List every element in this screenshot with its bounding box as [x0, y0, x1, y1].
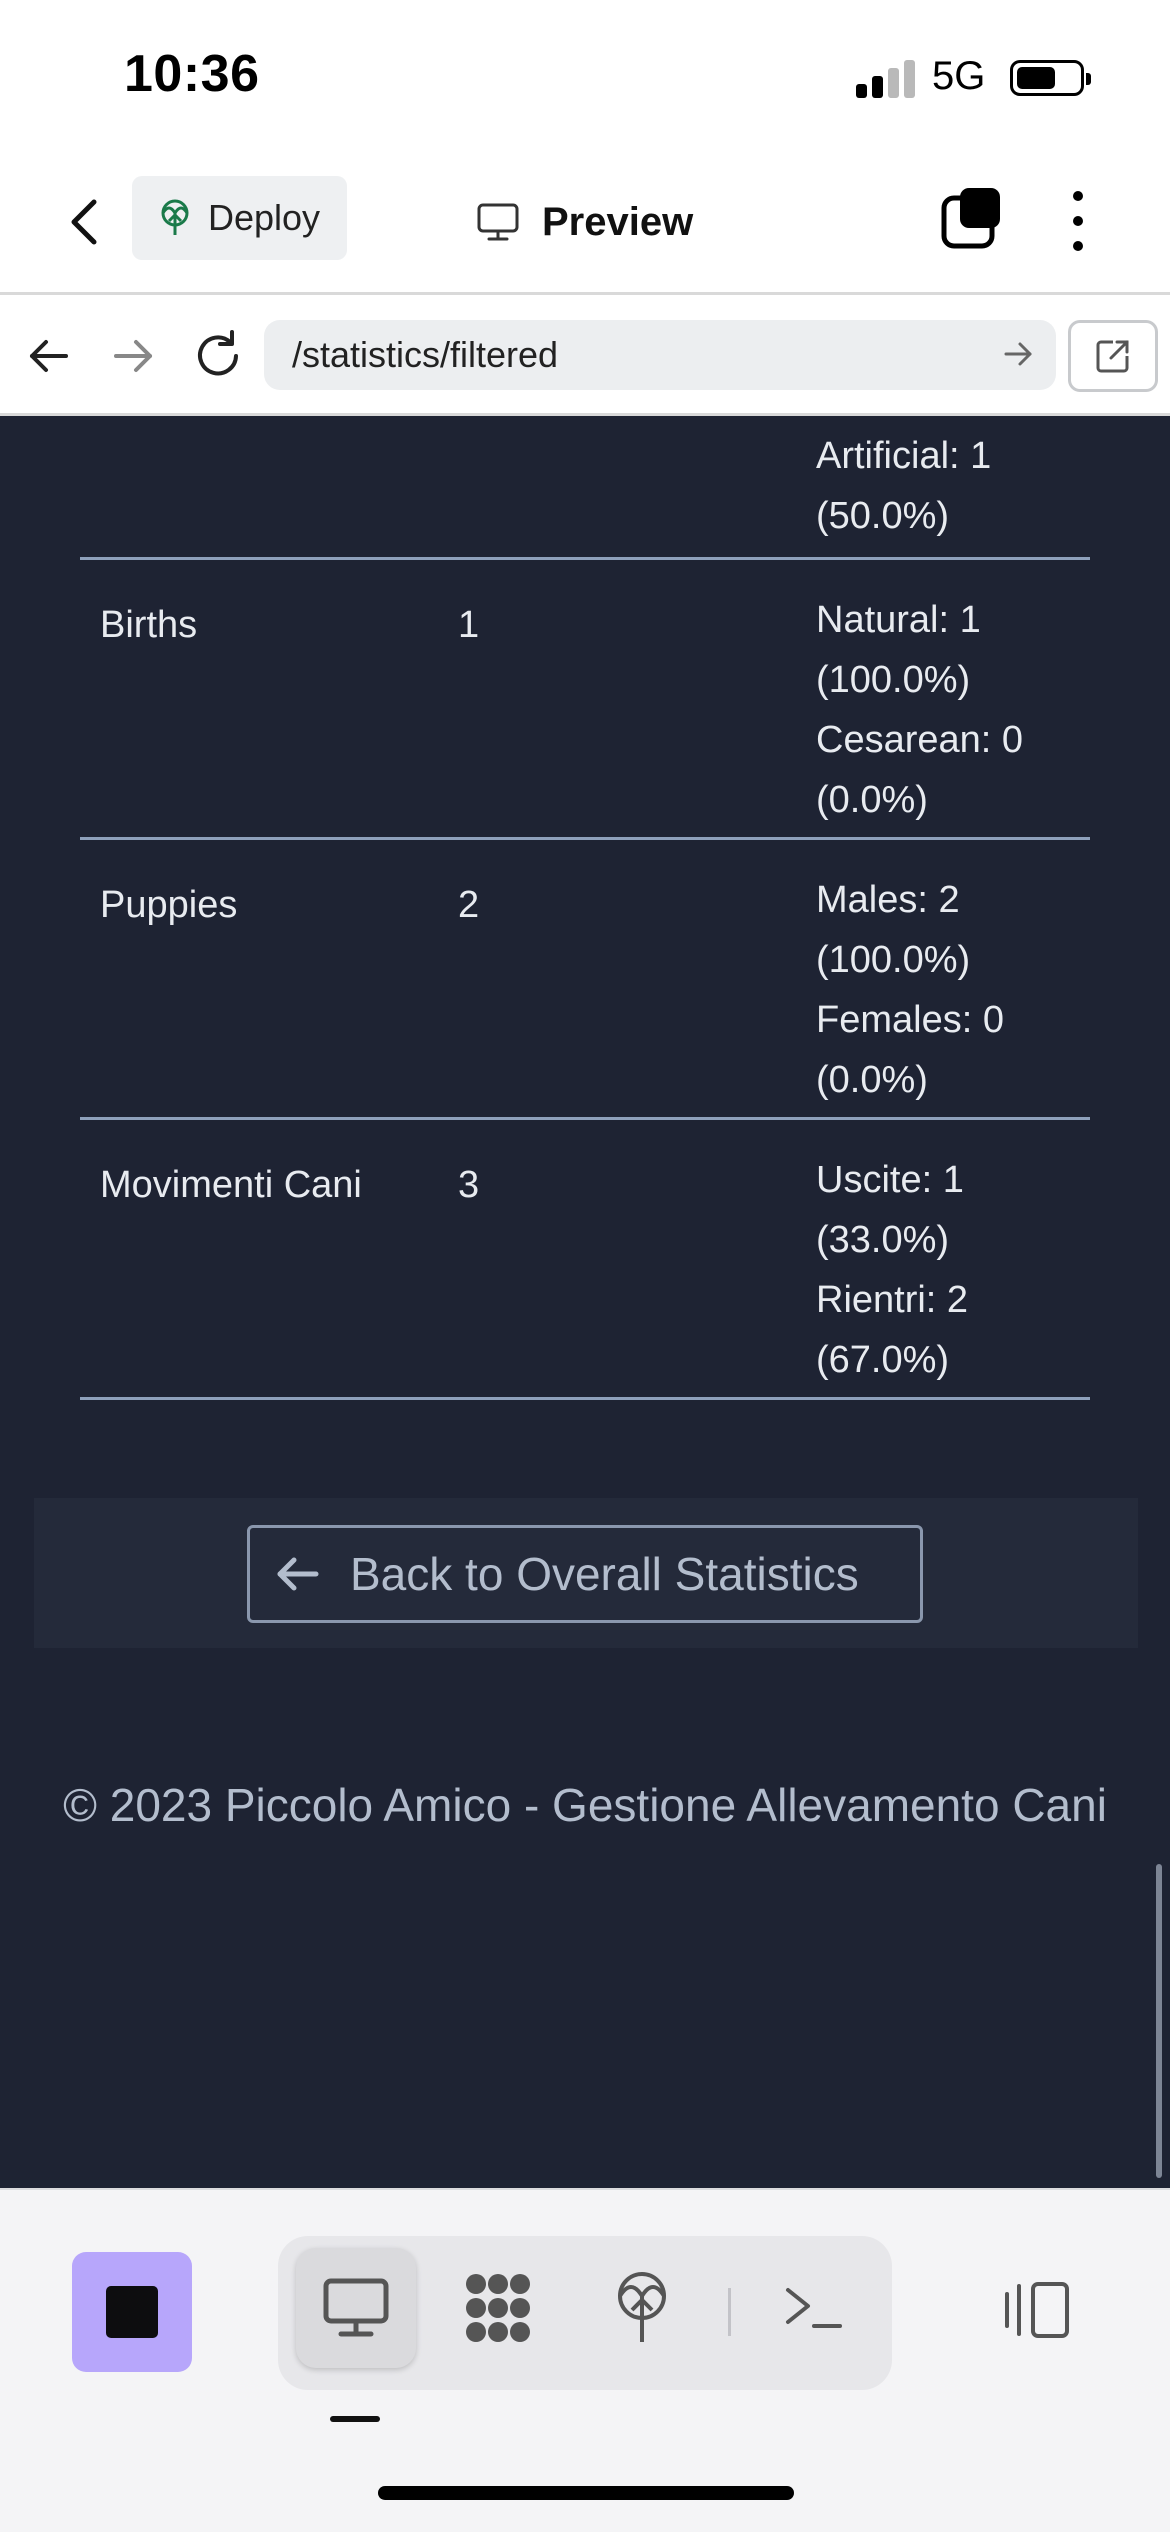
page-content: Artificial: 1 (50.0%) Births 1 Natural: …	[0, 416, 1170, 2188]
home-indicator[interactable]	[378, 2486, 794, 2500]
deploy-icon	[161, 199, 189, 235]
detail-line: (0.0%)	[816, 1059, 928, 1101]
nav-back-button[interactable]	[22, 328, 78, 384]
app-header: Deploy Preview	[0, 150, 1170, 295]
network-label: 5G	[932, 54, 986, 98]
table-row: Artificial: 1 (50.0%)	[80, 416, 1090, 560]
row-details: Natural: 1 (100.0%) Cesarean: 0 (0.0%)	[816, 590, 1023, 830]
toolbar-divider	[728, 2288, 731, 2336]
arrow-right-icon	[114, 340, 152, 372]
status-bar: 10:36 5G	[0, 0, 1170, 150]
row-count: 2	[458, 884, 480, 926]
row-count: 1	[458, 604, 480, 646]
terminal-icon	[786, 2288, 842, 2328]
back-link-section: Back to Overall Statistics	[34, 1498, 1138, 1648]
battery-icon	[1010, 60, 1091, 96]
detail-line: Males: 2	[816, 879, 960, 921]
deploy-button[interactable]: Deploy	[132, 176, 347, 260]
detail-line: Artificial: 1	[816, 435, 992, 477]
blocks-icon	[466, 2274, 530, 2342]
open-external-button[interactable]	[1068, 320, 1158, 392]
detail-line: (33.0%)	[816, 1219, 950, 1261]
row-details: Artificial: 1 (50.0%)	[816, 426, 991, 546]
arrow-left-icon	[277, 1557, 319, 1591]
footer-copyright: © 2023 Piccolo Amico - Gestione Allevame…	[63, 1779, 1107, 1831]
back-button[interactable]	[60, 192, 110, 252]
detail-line: (50.0%)	[816, 495, 950, 537]
stop-icon	[106, 2286, 158, 2338]
detail-line: Natural: 1	[816, 599, 981, 641]
more-menu-icon[interactable]	[1058, 186, 1098, 256]
detail-line: Rientri: 2	[816, 1279, 969, 1321]
detail-line: (100.0%)	[816, 659, 971, 701]
signal-icon	[856, 58, 916, 98]
tool-group	[278, 2236, 892, 2390]
active-tool-indicator	[330, 2416, 380, 2422]
tabs-icon[interactable]	[940, 186, 1004, 250]
deploy-tool-button[interactable]	[582, 2248, 702, 2368]
monitor-icon	[323, 2278, 389, 2337]
deploy-label: Deploy	[208, 197, 321, 238]
reload-button[interactable]	[188, 326, 248, 386]
table-row: Movimenti Cani 3 Uscite: 1 (33.0%) Rient…	[80, 1120, 1090, 1400]
url-bar: /statistics/filtered	[0, 298, 1170, 416]
status-time: 10:36	[124, 45, 260, 103]
shell-tool-button[interactable]	[754, 2248, 874, 2368]
detail-line: Uscite: 1	[816, 1159, 964, 1201]
row-details: Uscite: 1 (33.0%) Rientri: 2 (67.0%)	[816, 1150, 968, 1390]
reload-icon	[198, 330, 238, 376]
row-label: Movimenti Cani	[100, 1164, 362, 1206]
table-row: Births 1 Natural: 1 (100.0%) Cesarean: 0…	[80, 560, 1090, 840]
workspace-tool-button[interactable]	[438, 2248, 558, 2368]
detail-line: (67.0%)	[816, 1339, 950, 1381]
row-details: Males: 2 (100.0%) Females: 0 (0.0%)	[816, 870, 1004, 1110]
row-label: Births	[100, 604, 198, 646]
preview-title[interactable]: Preview	[476, 190, 693, 254]
url-field[interactable]: /statistics/filtered	[264, 320, 1056, 390]
detail-line: Females: 0	[816, 999, 1004, 1041]
preview-label: Preview	[542, 199, 694, 244]
row-count: 3	[458, 1164, 480, 1206]
arrow-left-icon	[30, 340, 68, 372]
go-arrow-icon[interactable]	[998, 334, 1038, 374]
external-link-icon	[1096, 340, 1129, 373]
panels-button[interactable]	[992, 2270, 1082, 2350]
row-label: Puppies	[100, 884, 238, 926]
url-text: /statistics/filtered	[292, 334, 559, 375]
detail-line: (100.0%)	[816, 939, 971, 981]
detail-line: (0.0%)	[816, 779, 928, 821]
nav-forward-button[interactable]	[104, 328, 160, 384]
stop-button[interactable]	[72, 2252, 192, 2372]
bottom-toolbar	[0, 2188, 1170, 2532]
deploy-icon	[618, 2272, 666, 2342]
panels-icon	[1005, 2282, 1069, 2338]
table-row: Puppies 2 Males: 2 (100.0%) Females: 0 (…	[80, 840, 1090, 1120]
back-link-label: Back to Overall Statistics	[350, 1548, 859, 1600]
statistics-table: Artificial: 1 (50.0%) Births 1 Natural: …	[80, 416, 1090, 1400]
chevron-left-icon	[71, 199, 97, 245]
monitor-icon	[477, 203, 519, 241]
back-to-overall-statistics-button[interactable]: Back to Overall Statistics	[247, 1525, 923, 1623]
scrollbar-thumb[interactable]	[1156, 1864, 1162, 2178]
preview-tool-button[interactable]	[296, 2248, 416, 2368]
detail-line: Cesarean: 0	[816, 719, 1024, 761]
